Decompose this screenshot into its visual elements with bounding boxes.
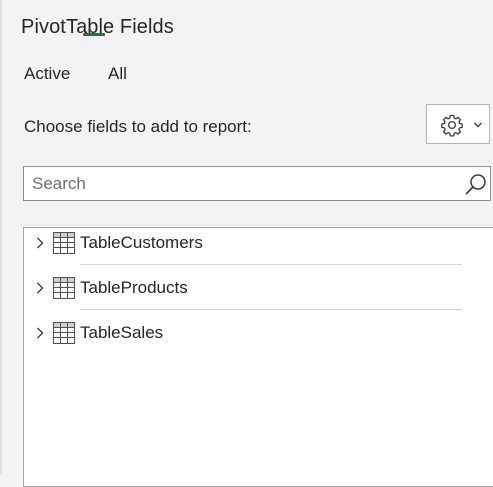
table-icon [53, 322, 75, 344]
tab-selected-indicator [83, 33, 105, 36]
chevron-down-icon [474, 122, 482, 128]
field-list-settings-button[interactable] [426, 104, 490, 144]
field-separator [80, 309, 462, 310]
chevron-right-icon[interactable] [34, 326, 46, 340]
search-field[interactable] [23, 166, 491, 201]
gear-icon [441, 114, 463, 137]
table-icon [53, 277, 75, 299]
field-item-tablesales[interactable]: TableSales [24, 318, 464, 358]
chevron-right-icon[interactable] [34, 236, 46, 250]
field-item-label: TableProducts [80, 278, 188, 297]
pane-left-border[interactable] [0, 0, 2, 475]
field-item-tablecustomers[interactable]: TableCustomers [24, 228, 464, 268]
search-icon[interactable] [464, 172, 488, 196]
choose-fields-label: Choose fields to add to report: [24, 117, 252, 136]
field-item-tableproducts[interactable]: TableProducts [24, 273, 464, 313]
table-icon [53, 232, 75, 254]
field-item-label: TableCustomers [80, 233, 203, 252]
search-input[interactable] [32, 167, 452, 200]
chevron-right-icon[interactable] [34, 281, 46, 295]
tab-all[interactable]: All [108, 63, 127, 85]
field-separator [80, 264, 462, 265]
field-item-label: TableSales [80, 323, 164, 342]
tab-active[interactable]: Active [24, 63, 70, 85]
field-list[interactable]: TableCustomers TableProducts TableSales [23, 227, 493, 487]
